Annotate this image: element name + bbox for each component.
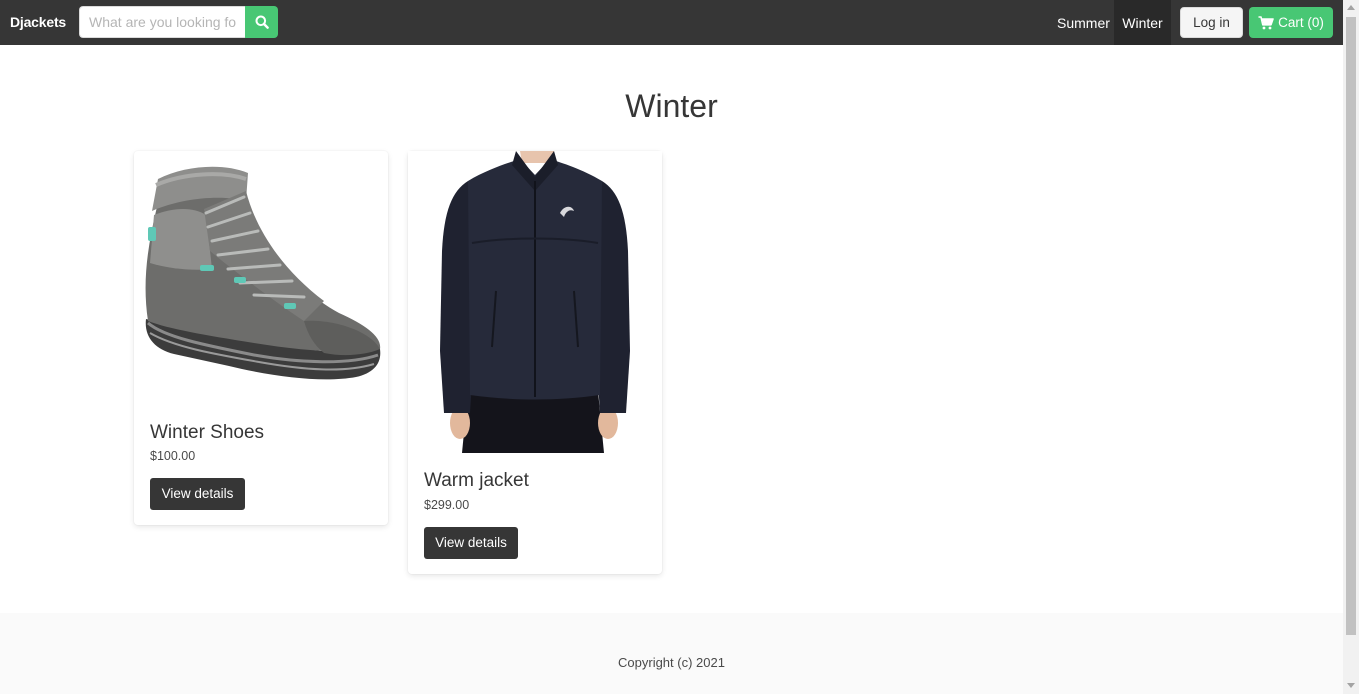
nav-link-summer[interactable]: Summer [1047, 0, 1120, 45]
login-button[interactable]: Log in [1180, 7, 1243, 38]
product-price: $299.00 [424, 498, 470, 512]
cart-label: Cart (0) [1278, 15, 1324, 30]
cart-button[interactable]: Cart (0) [1249, 7, 1333, 38]
view-details-button[interactable]: View details [424, 527, 518, 559]
vertical-scrollbar[interactable] [1343, 0, 1359, 694]
product-price: $100.00 [150, 449, 196, 463]
product-name: Warm jacket [424, 470, 529, 491]
product-card: Winter Shoes $100.00 View details [134, 151, 388, 525]
search-icon [255, 15, 269, 29]
navbar: Djackets Summer Winter Log in Cart (0) [0, 0, 1343, 45]
product-name: Winter Shoes [150, 422, 265, 443]
scroll-down-arrow-icon[interactable] [1347, 683, 1355, 688]
product-image-winter-shoes[interactable] [134, 151, 388, 406]
winter-boot-icon [145, 166, 381, 380]
search-button[interactable] [245, 6, 278, 38]
page-title: Winter [625, 88, 718, 124]
product-image-warm-jacket[interactable] [408, 151, 662, 453]
search-form [79, 6, 278, 38]
scroll-thumb[interactable] [1346, 17, 1356, 635]
scroll-up-arrow-icon[interactable] [1347, 5, 1355, 10]
footer: Copyright (c) 2021 [0, 613, 1343, 694]
copyright-text: Copyright (c) 2021 [618, 655, 725, 670]
view-details-button[interactable]: View details [150, 478, 245, 510]
nav-link-winter[interactable]: Winter [1114, 0, 1171, 45]
jacket-icon [408, 151, 662, 453]
shopping-cart-icon [1258, 15, 1274, 29]
product-card: Warm jacket $299.00 View details [408, 151, 662, 574]
brand-logo-link[interactable]: Djackets [10, 14, 66, 30]
search-input[interactable] [79, 6, 246, 38]
